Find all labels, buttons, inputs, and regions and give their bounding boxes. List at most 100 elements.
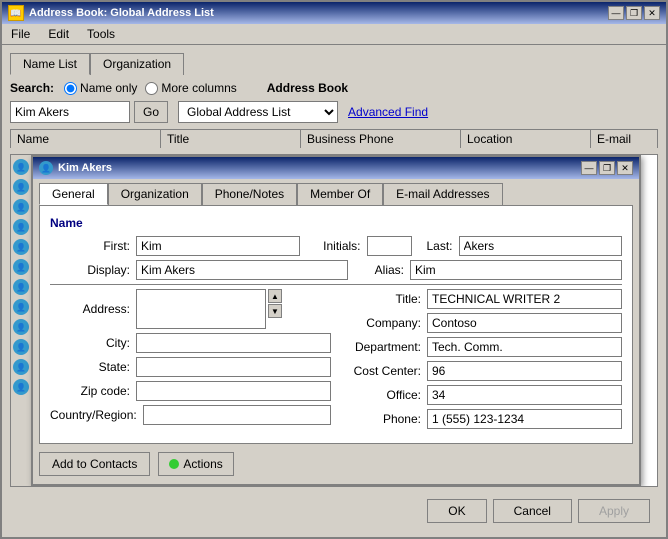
- right-column: Title: Company: Department:: [341, 289, 622, 433]
- radio-name-only-label[interactable]: Name only: [64, 81, 137, 95]
- close-button[interactable]: ✕: [644, 6, 660, 20]
- alias-input[interactable]: [410, 260, 622, 280]
- add-to-contacts-button[interactable]: Add to Contacts: [39, 452, 150, 476]
- list-icon-4: 👤: [13, 219, 29, 235]
- table-header: Name Title Business Phone Location E-mai…: [10, 129, 658, 148]
- display-alias-row: Display: Alias:: [50, 260, 622, 280]
- country-input[interactable]: [143, 405, 331, 425]
- dialog-title-bar: 👤 Kim Akers — ❐ ✕: [33, 157, 639, 179]
- left-icons-strip: 👤 👤 👤 👤 👤 👤 👤 👤 👤 👤 👤 👤: [11, 155, 31, 486]
- dialog-footer: Add to Contacts Actions: [33, 444, 639, 484]
- zip-row: Zip code:: [50, 381, 331, 401]
- radio-more-columns[interactable]: [145, 82, 158, 95]
- list-icon-6: 👤: [13, 259, 29, 275]
- search-input-row: Go: [10, 101, 168, 123]
- state-input[interactable]: [136, 357, 331, 377]
- search-input[interactable]: [10, 101, 130, 123]
- apply-button[interactable]: Apply: [578, 499, 650, 523]
- dialog-title-icon: 👤: [39, 161, 53, 175]
- dialog-close-button[interactable]: ✕: [617, 161, 633, 175]
- company-input[interactable]: [427, 313, 622, 333]
- dialog-tab-general[interactable]: General: [39, 183, 108, 205]
- dialog-tab-member-of[interactable]: Member Of: [297, 183, 383, 205]
- cost-center-input[interactable]: [427, 361, 622, 381]
- state-row: State:: [50, 357, 331, 377]
- first-label: First:: [50, 239, 130, 253]
- company-label: Company:: [341, 316, 421, 330]
- address-scroll-buttons: ▲ ▼: [268, 289, 282, 318]
- last-input[interactable]: [459, 236, 623, 256]
- name-section-header: Name: [50, 216, 622, 230]
- list-icon-2: 👤: [13, 179, 29, 195]
- initials-input[interactable]: [367, 236, 412, 256]
- dialog-tab-email-addresses[interactable]: E-mail Addresses: [383, 183, 502, 205]
- zip-input[interactable]: [136, 381, 331, 401]
- col-location: Location: [461, 130, 591, 148]
- dialog-tab-organization[interactable]: Organization: [108, 183, 202, 205]
- app-icon: 📖: [8, 5, 24, 21]
- inner-dialog: 👤 Kim Akers — ❐ ✕ General Organization P…: [31, 155, 641, 486]
- separator: [50, 284, 622, 285]
- title-label: Title:: [341, 292, 421, 306]
- display-input[interactable]: [136, 260, 348, 280]
- left-column: Address: ▲ ▼: [50, 289, 331, 433]
- address-input[interactable]: [136, 289, 266, 329]
- minimize-button[interactable]: —: [608, 6, 624, 20]
- address-book-dropdown[interactable]: Global Address List: [178, 101, 338, 123]
- state-label: State:: [50, 360, 130, 374]
- office-input[interactable]: [427, 385, 622, 405]
- actions-green-dot: [169, 459, 179, 469]
- restore-button[interactable]: ❐: [626, 6, 642, 20]
- city-input[interactable]: [136, 333, 331, 353]
- ok-button[interactable]: OK: [427, 499, 486, 523]
- advanced-find-link[interactable]: Advanced Find: [348, 105, 428, 119]
- cancel-button[interactable]: Cancel: [493, 499, 572, 523]
- outer-footer: OK Cancel Apply: [10, 493, 658, 529]
- address-row: Address: ▲ ▼: [50, 289, 331, 329]
- address-scroll-up[interactable]: ▲: [268, 289, 282, 303]
- last-label: Last:: [418, 239, 453, 253]
- address-block: ▲ ▼: [136, 289, 282, 329]
- company-row: Company:: [341, 313, 622, 333]
- menu-file[interactable]: File: [7, 26, 34, 42]
- dialog-minimize-button[interactable]: —: [581, 161, 597, 175]
- menu-bar: File Edit Tools: [2, 24, 666, 45]
- menu-edit[interactable]: Edit: [44, 26, 73, 42]
- col-business-phone: Business Phone: [301, 130, 461, 148]
- list-icon-11: 👤: [13, 359, 29, 375]
- phone-label: Phone:: [341, 412, 421, 426]
- office-label: Office:: [341, 388, 421, 402]
- title-bar-left: 📖 Address Book: Global Address List: [8, 5, 214, 21]
- list-icon-9: 👤: [13, 319, 29, 335]
- menu-tools[interactable]: Tools: [83, 26, 119, 42]
- list-icon-12: 👤: [13, 379, 29, 395]
- phone-input[interactable]: [427, 409, 622, 429]
- outer-content: Name List Organization Search: Name only…: [2, 45, 666, 537]
- dialog-tab-phone-notes[interactable]: Phone/Notes: [202, 183, 297, 205]
- office-row: Office:: [341, 385, 622, 405]
- department-input[interactable]: [427, 337, 622, 357]
- radio-more-columns-label[interactable]: More columns: [145, 81, 236, 95]
- department-row: Department:: [341, 337, 622, 357]
- tab-organization[interactable]: Organization: [90, 53, 184, 75]
- outer-title-bar: 📖 Address Book: Global Address List — ❐ …: [2, 2, 666, 24]
- outer-window-title: Address Book: Global Address List: [29, 7, 214, 19]
- list-icon-3: 👤: [13, 199, 29, 215]
- col-title: Title: [161, 130, 301, 148]
- address-scroll-down[interactable]: ▼: [268, 304, 282, 318]
- tab-name-list[interactable]: Name List: [10, 53, 90, 75]
- radio-name-only[interactable]: [64, 82, 77, 95]
- address-book-label: Address Book: [267, 81, 348, 95]
- dialog-body: Name First: Initials: Last: Display:: [39, 205, 633, 444]
- dialog-restore-button[interactable]: ❐: [599, 161, 615, 175]
- actions-button[interactable]: Actions: [158, 452, 233, 476]
- search-row-labels: Search: Name only More columns Address B…: [10, 81, 658, 95]
- alias-label: Alias:: [364, 263, 404, 277]
- display-label: Display:: [50, 263, 130, 277]
- list-icon-1: 👤: [13, 159, 29, 175]
- go-button[interactable]: Go: [134, 101, 168, 123]
- zip-label: Zip code:: [50, 384, 130, 398]
- first-input[interactable]: [136, 236, 300, 256]
- title-input[interactable]: [427, 289, 622, 309]
- title-row: Title:: [341, 289, 622, 309]
